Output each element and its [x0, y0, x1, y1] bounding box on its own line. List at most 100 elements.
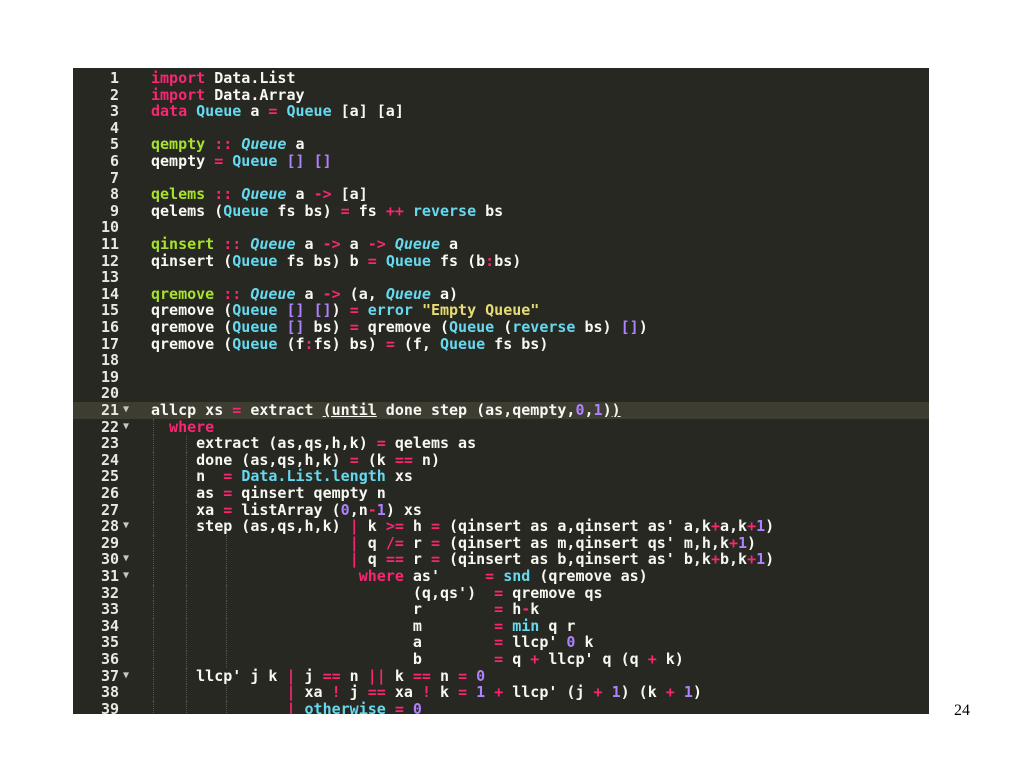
code-token: error — [367, 301, 413, 320]
code-line[interactable]: 24 done (as,qs,h,k) = (k == n) — [73, 451, 929, 469]
line-number: 33 — [100, 600, 119, 619]
code-text[interactable]: r = h-k — [151, 601, 539, 618]
code-token: = — [394, 699, 404, 714]
code-line[interactable]: 16 qremove (Queue [] bs) = qremove (Queue… — [73, 319, 929, 336]
code-text[interactable]: qinsert :: Queue a -> a -> Queue a — [151, 236, 458, 253]
code-token: qremove qs — [503, 583, 603, 602]
code-line[interactable]: 20 — [73, 385, 929, 402]
code-line[interactable]: 23 extract (as,qs,h,k) = qelems as — [73, 435, 929, 452]
code-text[interactable]: done (as,qs,h,k) = (k == n) — [151, 451, 440, 469]
code-text[interactable]: n = Data.List.length xs — [151, 468, 413, 485]
code-text[interactable]: a = llcp' 0 k — [151, 634, 594, 651]
code-token: Queue — [232, 301, 278, 320]
code-line[interactable]: 11 qinsert :: Queue a -> a -> Queue a — [73, 236, 929, 253]
code-token: n — [340, 666, 368, 685]
code-text[interactable]: | xa ! j == xa ! k = 1 + llcp' (j + 1) (… — [151, 683, 701, 702]
code-text[interactable]: qempty :: Queue a — [151, 136, 305, 153]
code-line[interactable]: 29 | q /= r = (qinsert as m,qinsert qs' … — [73, 533, 929, 552]
code-line[interactable]: 26 as = qinsert qempty n — [73, 485, 929, 502]
code-text[interactable]: allcp xs = extract (until done step (as,… — [151, 402, 621, 419]
code-line[interactable]: 4 — [73, 120, 929, 137]
code-text[interactable]: qremove (Queue (f:fs) bs) = (f, Queue fs… — [151, 335, 548, 353]
fold-arrow-icon[interactable]: ▼ — [123, 568, 129, 585]
code-line[interactable]: 30 ▼ | q == r = (qinsert as b,qinsert as'… — [73, 551, 929, 568]
code-text[interactable]: (q,qs') = qremove qs — [151, 583, 603, 602]
code-text[interactable]: qinsert (Queue fs bs) b = Queue fs (b:bs… — [151, 252, 521, 270]
fold-arrow-icon[interactable]: ▼ — [123, 419, 129, 436]
code-text[interactable]: import Data.Array — [151, 86, 305, 104]
code-line[interactable]: 15 qremove (Queue [] []) = error "Empty Q… — [73, 302, 929, 319]
code-line[interactable]: 17 qremove (Queue (f:fs) bs) = (f, Queue … — [73, 335, 929, 353]
code-text[interactable]: | q /= r = (qinsert as m,qinsert qs' m,h… — [151, 533, 756, 552]
code-line[interactable]: 2 import Data.Array — [73, 85, 929, 104]
code-line[interactable]: 28 ▼ step (as,qs,h,k) | k >= h = (qinsert… — [73, 518, 929, 535]
code-token: h — [403, 517, 431, 536]
fold-arrow-icon[interactable]: ▼ — [123, 668, 129, 685]
code-text[interactable]: xa = listArray (0,n-1) xs — [151, 501, 422, 519]
fold-arrow-icon[interactable]: ▼ — [123, 518, 129, 535]
code-line[interactable]: 32 (q,qs') = qremove qs — [73, 583, 929, 602]
code-text[interactable]: | otherwise = 0 — [151, 699, 421, 714]
code-token: | — [349, 533, 359, 552]
code-line[interactable]: 38 | xa ! j == xa ! k = 1 + llcp' (j + 1… — [73, 684, 929, 701]
code-text[interactable]: llcp' j k | j == n || k == n = 0 — [151, 666, 485, 685]
code-text[interactable]: where — [151, 418, 214, 436]
line-number: 37 — [100, 666, 119, 685]
code-text[interactable]: qremove (Queue [] bs) = qremove (Queue (… — [151, 319, 648, 336]
code-text[interactable]: data Queue a = Queue [a] [a] — [151, 103, 404, 120]
code-line[interactable]: 7 — [73, 169, 929, 187]
code-token: a — [295, 284, 323, 303]
code-line[interactable]: 34 m = min q r — [73, 617, 929, 635]
code-line[interactable]: 39 | otherwise = 0 — [73, 699, 929, 714]
code-line[interactable]: 31 ▼ where as' = snd (qremove as) — [73, 568, 929, 585]
code-token: a — [151, 633, 495, 652]
code-line[interactable]: 22 ▼ where — [73, 417, 929, 436]
code-text[interactable]: qelems (Queue fs bs) = fs ++ reverse bs — [151, 202, 503, 220]
fold-arrow-icon[interactable]: ▼ — [123, 551, 129, 568]
code-line[interactable]: 37 ▼ llcp' j k | j == n || k == n = 0 — [73, 666, 929, 685]
code-line[interactable]: 1 import Data.List — [73, 70, 929, 87]
code-line[interactable]: 35 a = llcp' 0 k — [73, 634, 929, 651]
code-line[interactable]: 5 qempty :: Queue a — [73, 136, 929, 153]
code-text[interactable]: qelems :: Queue a -> [a] — [151, 186, 368, 203]
code-text[interactable]: | q == r = (qinsert as b,qinsert as' b,k… — [151, 551, 774, 568]
code-line[interactable]: 27 xa = listArray (0,n-1) xs — [73, 501, 929, 519]
code-line[interactable]: 3 data Queue a = Queue [a] [a] — [73, 103, 929, 120]
fold-arrow-icon[interactable]: ▼ — [123, 402, 129, 419]
code-token: data — [151, 102, 188, 121]
code-text[interactable]: as = qinsert qempty n — [151, 485, 386, 502]
code-line[interactable]: 10 — [73, 219, 929, 236]
code-line[interactable]: 36 b = q + llcp' q (q + k) — [73, 651, 929, 668]
code-line[interactable]: 33 r = h-k — [73, 601, 929, 618]
code-text[interactable]: import Data.List — [151, 70, 296, 87]
code-token: qinsert — [151, 235, 215, 253]
line-number: 2 — [109, 85, 119, 104]
code-text[interactable]: b = q + llcp' q (q + k) — [151, 651, 684, 668]
slide-page-number: 24 — [954, 702, 970, 719]
line-number: 22 — [100, 417, 119, 436]
code-line[interactable]: 18 — [73, 352, 929, 369]
code-token: ! — [421, 683, 431, 702]
code-text[interactable]: qremove (Queue [] []) = error "Empty Que… — [151, 302, 539, 319]
code-line[interactable]: 14 qremove :: Queue a -> (a, Queue a) — [73, 284, 929, 303]
code-text[interactable]: step (as,qs,h,k) | k >= h = (qinsert as … — [151, 518, 774, 535]
code-text[interactable]: extract (as,qs,h,k) = qelems as — [151, 435, 476, 452]
code-token: a — [286, 185, 314, 204]
code-line[interactable]: 8 qelems :: Queue a -> [a] — [73, 186, 929, 203]
code-line[interactable]: 12 qinsert (Queue fs bs) b = Queue fs (b:… — [73, 252, 929, 270]
code-editor[interactable]: 1 import Data.List 2 import Data.Array 3 data… — [73, 68, 929, 714]
code-line[interactable]: 25 n = Data.List.length xs — [73, 468, 929, 485]
code-token: | — [349, 550, 359, 569]
code-line[interactable]: 9 qelems (Queue fs bs) = fs ++ reverse bs — [73, 202, 929, 220]
code-token: (qremove as) — [530, 567, 648, 585]
code-line[interactable]: 19 — [73, 369, 929, 386]
code-text[interactable]: qempty = Queue [] [] — [151, 153, 332, 170]
code-line[interactable]: 21 ▼ allcp xs = extract (until done step (… — [73, 402, 929, 419]
code-text[interactable]: qremove :: Queue a -> (a, Queue a) — [151, 284, 458, 303]
code-text[interactable]: where as' = snd (qremove as) — [151, 568, 648, 585]
code-line[interactable]: 6 qempty = Queue [] [] — [73, 153, 929, 170]
code-text[interactable]: m = min q r — [151, 617, 576, 635]
code-line[interactable]: 13 — [73, 269, 929, 286]
code-token: -> — [322, 284, 341, 303]
